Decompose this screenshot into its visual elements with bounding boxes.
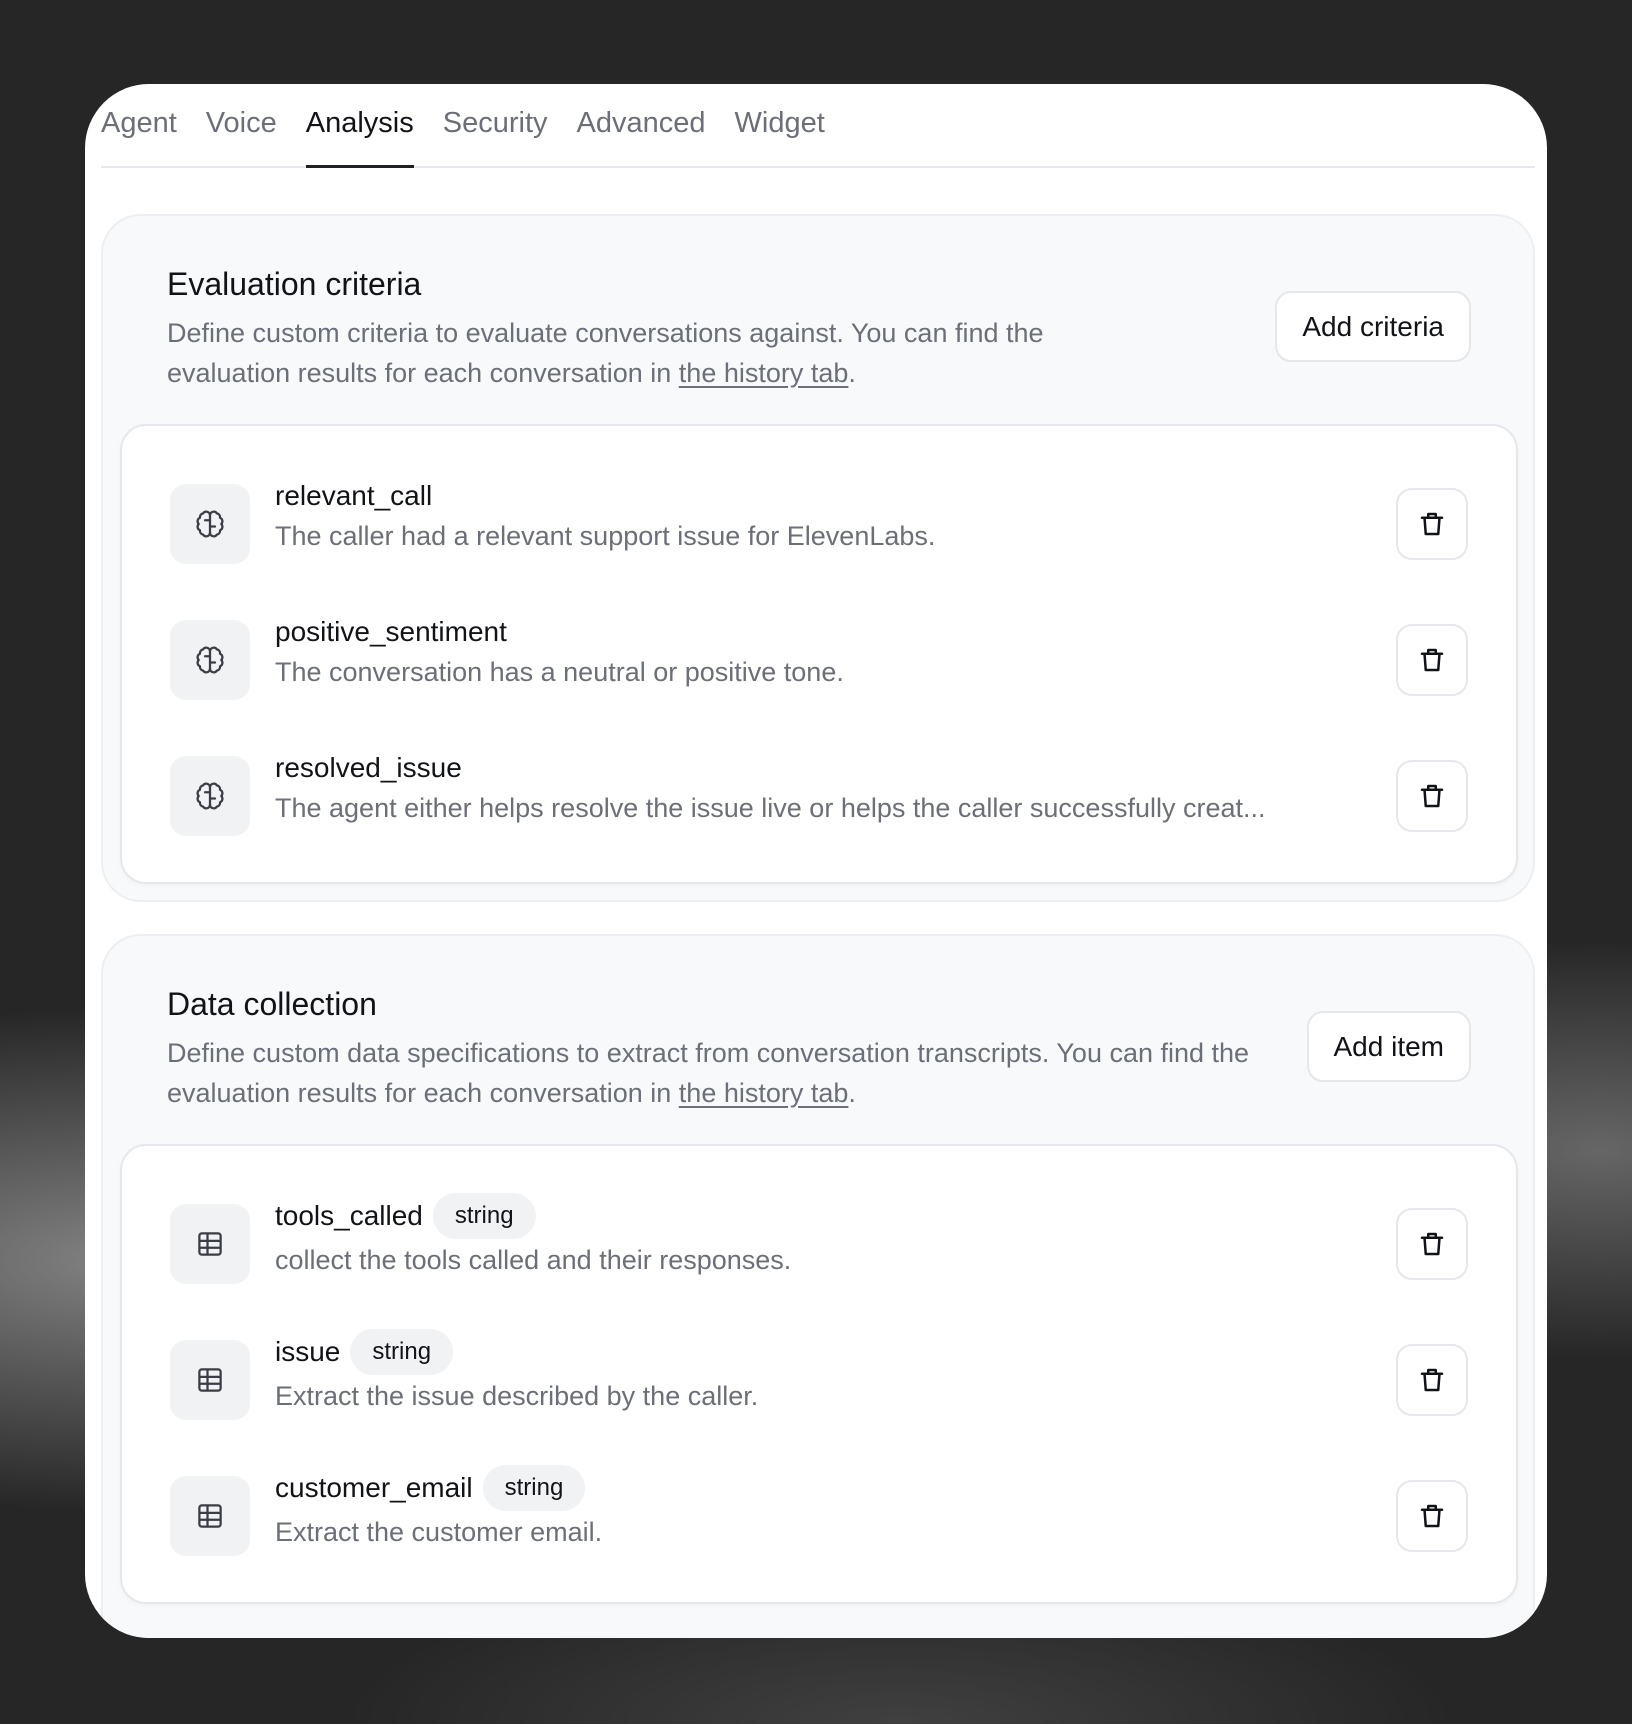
data-item-text: issue string Extract the issue described… xyxy=(275,1329,1366,1416)
settings-window: Agent Voice Analysis Security Advanced W… xyxy=(85,84,1547,1638)
delete-button[interactable] xyxy=(1396,488,1468,560)
table-icon xyxy=(170,1476,250,1556)
data-item-text: customer_email string Extract the custom… xyxy=(275,1465,1366,1552)
data-description-suffix: . xyxy=(848,1078,856,1108)
criteria-name: positive_sentiment xyxy=(275,616,507,647)
type-badge: string xyxy=(432,1193,536,1239)
list-item: positive_sentiment The conversation has … xyxy=(122,612,1516,712)
data-collection-section: Data collection Define custom data speci… xyxy=(101,934,1535,1638)
data-item-name: issue xyxy=(275,1336,341,1367)
evaluation-criteria-description: Define custom criteria to evaluate conve… xyxy=(167,313,1147,393)
add-criteria-button[interactable]: Add criteria xyxy=(1275,291,1471,362)
delete-button[interactable] xyxy=(1396,1480,1468,1552)
data-collection-header: Data collection Define custom data speci… xyxy=(167,986,1287,1113)
list-item: tools_called string collect the tools ca… xyxy=(122,1193,1516,1296)
trash-icon xyxy=(1420,512,1444,536)
evaluation-criteria-section: Evaluation criteria Define custom criter… xyxy=(101,214,1535,902)
list-item: relevant_call The caller had a relevant … xyxy=(122,476,1516,576)
tab-voice[interactable]: Voice xyxy=(206,84,277,141)
data-item-name: tools_called xyxy=(275,1200,423,1231)
evaluation-description-suffix: . xyxy=(848,358,856,388)
delete-button[interactable] xyxy=(1396,624,1468,696)
table-icon xyxy=(170,1204,250,1284)
tab-analysis[interactable]: Analysis xyxy=(305,84,414,168)
list-item: resolved_issue The agent either helps re… xyxy=(122,748,1516,848)
tab-security[interactable]: Security xyxy=(443,84,548,141)
history-tab-link[interactable]: the history tab xyxy=(679,358,849,388)
delete-button[interactable] xyxy=(1396,1208,1468,1280)
criteria-name: resolved_issue xyxy=(275,752,462,783)
brain-icon xyxy=(170,484,250,564)
tab-bar: Agent Voice Analysis Security Advanced W… xyxy=(101,84,1535,168)
criteria-description: The conversation has a neutral or positi… xyxy=(275,657,844,687)
brain-icon xyxy=(170,756,250,836)
data-item-title: tools_called string xyxy=(275,1193,1366,1239)
list-item: issue string Extract the issue described… xyxy=(122,1329,1516,1432)
delete-button[interactable] xyxy=(1396,760,1468,832)
criteria-text: resolved_issue The agent either helps re… xyxy=(275,748,1366,828)
data-item-text: tools_called string collect the tools ca… xyxy=(275,1193,1366,1280)
delete-button[interactable] xyxy=(1396,1344,1468,1416)
data-item-description: Extract the customer email. xyxy=(275,1517,603,1547)
criteria-text: positive_sentiment The conversation has … xyxy=(275,612,1366,692)
evaluation-criteria-header: Evaluation criteria Define custom criter… xyxy=(167,266,1147,393)
list-item: customer_email string Extract the custom… xyxy=(122,1465,1516,1568)
brain-icon xyxy=(170,620,250,700)
trash-icon xyxy=(1420,648,1444,672)
trash-icon xyxy=(1420,1368,1444,1392)
data-item-description: Extract the issue described by the calle… xyxy=(275,1381,759,1411)
trash-icon xyxy=(1420,784,1444,808)
data-item-description: collect the tools called and their respo… xyxy=(275,1245,792,1275)
tab-agent[interactable]: Agent xyxy=(101,84,177,141)
history-tab-link[interactable]: the history tab xyxy=(679,1078,849,1108)
criteria-description: The agent either helps resolve the issue… xyxy=(275,793,1266,823)
data-item-list: tools_called string collect the tools ca… xyxy=(120,1144,1518,1604)
criteria-description: The caller had a relevant support issue … xyxy=(275,521,936,551)
data-collection-description: Define custom data specifications to ext… xyxy=(167,1033,1287,1113)
table-icon xyxy=(170,1340,250,1420)
criteria-text: relevant_call The caller had a relevant … xyxy=(275,476,1366,556)
trash-icon xyxy=(1420,1504,1444,1528)
type-badge: string xyxy=(350,1329,454,1375)
trash-icon xyxy=(1420,1232,1444,1256)
type-badge: string xyxy=(482,1465,586,1511)
data-item-title: customer_email string xyxy=(275,1465,1366,1511)
criteria-name: relevant_call xyxy=(275,480,433,511)
tab-advanced[interactable]: Advanced xyxy=(577,84,706,141)
tab-widget[interactable]: Widget xyxy=(735,84,825,141)
data-collection-title: Data collection xyxy=(167,986,377,1022)
data-item-name: customer_email xyxy=(275,1472,473,1503)
evaluation-criteria-title: Evaluation criteria xyxy=(167,266,422,302)
add-item-button[interactable]: Add item xyxy=(1306,1011,1471,1082)
criteria-list: relevant_call The caller had a relevant … xyxy=(120,424,1518,884)
data-item-title: issue string xyxy=(275,1329,1366,1375)
evaluation-description-text: Define custom criteria to evaluate conve… xyxy=(167,318,1044,388)
